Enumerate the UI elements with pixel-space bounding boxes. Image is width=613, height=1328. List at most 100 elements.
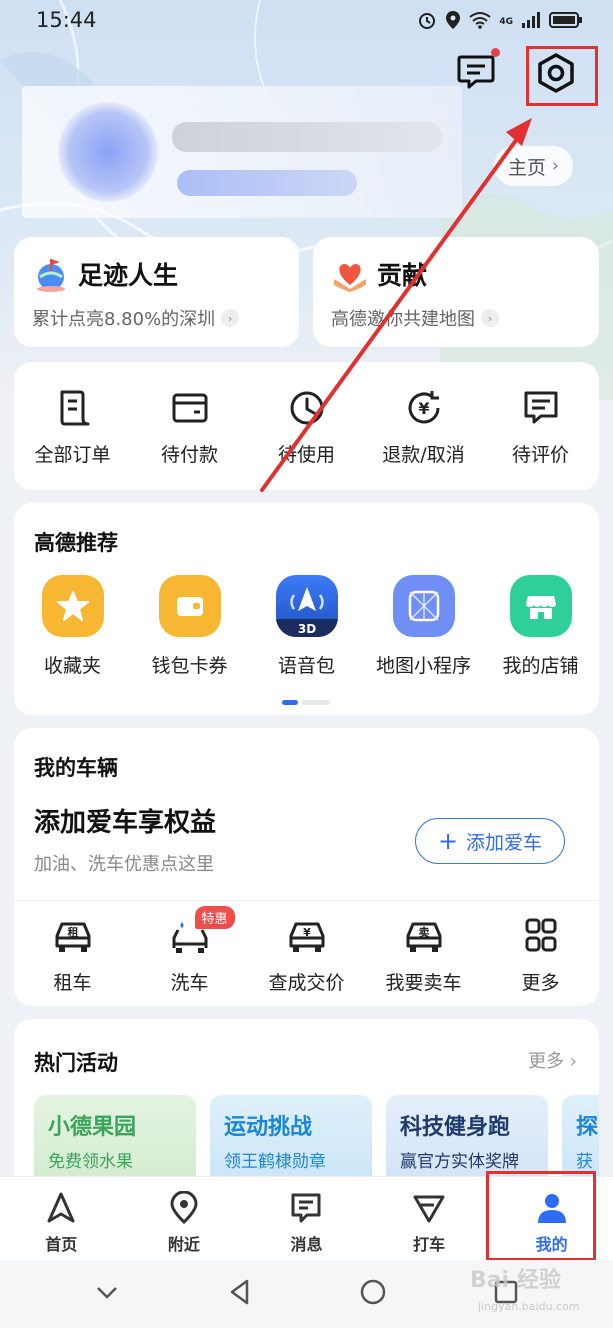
rec-my-shop-label: 我的店铺 bbox=[502, 655, 579, 677]
order-all[interactable]: 全部订单 bbox=[18, 388, 128, 490]
map-app-icon bbox=[392, 575, 455, 637]
vehicle-services: 租 租车 特惠 洗车 ¥ 查成交价 卖 我要卖车 更多 bbox=[14, 906, 599, 995]
order-list-icon bbox=[60, 390, 89, 426]
star-icon bbox=[41, 575, 104, 637]
message-button[interactable] bbox=[456, 54, 496, 90]
chevron-right-icon: › bbox=[221, 309, 240, 327]
rec-favorites[interactable]: 收藏夹 bbox=[17, 575, 129, 678]
add-car-button[interactable]: + 添加爱车 bbox=[415, 818, 565, 864]
message-icon bbox=[457, 55, 495, 89]
service-more-label: 更多 bbox=[521, 972, 560, 994]
location-pin-icon bbox=[170, 1191, 198, 1225]
chevron-right-icon: › bbox=[569, 1051, 577, 1072]
service-sell-car-label: 我要卖车 bbox=[385, 972, 462, 994]
contribution-card[interactable]: 贡献 高德邀你共建地图 › bbox=[313, 237, 599, 347]
contribution-title-text: 贡献 bbox=[377, 261, 428, 290]
watermark-sub: jingyan.baidu.com bbox=[478, 1300, 580, 1313]
activity-tech-run-title: 科技健身跑 bbox=[400, 1115, 511, 1140]
status-bar: 15:44 4G bbox=[0, 0, 613, 44]
rec-wallet-coupons[interactable]: 钱包卡券 bbox=[134, 575, 246, 678]
navigate-arrow-icon bbox=[47, 1192, 75, 1223]
svg-text:租: 租 bbox=[67, 926, 78, 939]
wifi-icon bbox=[469, 11, 491, 33]
service-rent-car[interactable]: 租 租车 bbox=[18, 916, 128, 995]
service-price-check-label: 查成交价 bbox=[268, 972, 345, 994]
rec-voice-pack[interactable]: 3D 语音包 bbox=[251, 575, 363, 678]
activity-explore-subtitle: 获 bbox=[576, 1152, 593, 1172]
service-sell-car[interactable]: 卖 我要卖车 bbox=[369, 916, 479, 995]
voice-3d-icon: 3D bbox=[275, 575, 338, 637]
home-page-link[interactable]: 主页 › bbox=[494, 146, 573, 186]
chevron-down-icon[interactable] bbox=[92, 1277, 122, 1311]
footprint-card[interactable]: 足迹人生 累计点亮8.80%的深圳 › bbox=[14, 237, 299, 347]
clock-icon bbox=[290, 391, 323, 425]
rec-map-miniapp-label: 地图小程序 bbox=[375, 655, 471, 677]
shop-icon bbox=[509, 575, 572, 637]
svg-text:3D: 3D bbox=[297, 622, 315, 636]
back-triangle-icon[interactable] bbox=[225, 1277, 255, 1311]
order-refund-label: 退款/取消 bbox=[382, 444, 465, 466]
tab-taxi-label: 打车 bbox=[413, 1235, 446, 1254]
message-icon bbox=[291, 1193, 321, 1223]
contribution-subtitle-text: 高德邀你共建地图 bbox=[331, 309, 475, 330]
status-time: 15:44 bbox=[36, 8, 97, 32]
grid-more-icon bbox=[525, 918, 556, 952]
activity-sports-title: 运动挑战 bbox=[224, 1115, 313, 1140]
order-pending-payment[interactable]: 待付款 bbox=[135, 388, 245, 490]
tab-nearby[interactable]: 附近 bbox=[129, 1177, 239, 1260]
tab-messages[interactable]: 消息 bbox=[251, 1177, 361, 1260]
avatar bbox=[58, 102, 158, 202]
battery-icon bbox=[549, 11, 583, 33]
service-car-wash-label: 洗车 bbox=[170, 972, 209, 994]
footprint-title-text: 足迹人生 bbox=[78, 261, 179, 290]
refund-icon: ¥ bbox=[408, 391, 439, 424]
order-to-use[interactable]: 待使用 bbox=[252, 388, 362, 490]
chevron-right-icon: › bbox=[481, 309, 499, 327]
activity-sports-subtitle: 领王鹤棣勋章 bbox=[224, 1152, 326, 1172]
network-label: 4G bbox=[499, 17, 513, 27]
wallet-icon bbox=[172, 393, 207, 423]
more-label: 更多 bbox=[528, 1051, 565, 1072]
vehicle-headline: 添加爱车享权益 bbox=[34, 808, 217, 838]
mine-tab-highlight-box bbox=[486, 1171, 596, 1261]
add-car-label: 添加爱车 bbox=[466, 831, 543, 854]
activity-orchard-title: 小德果园 bbox=[48, 1115, 137, 1140]
alarm-icon bbox=[417, 10, 437, 34]
signal-icon bbox=[521, 11, 541, 33]
order-review-label: 待评价 bbox=[511, 444, 569, 466]
globe-flag-icon bbox=[37, 259, 65, 292]
rec-wallet-coupons-label: 钱包卡券 bbox=[151, 655, 228, 677]
svg-text:卖: 卖 bbox=[418, 925, 429, 939]
vehicle-card: 我的车辆 添加爱车享权益 加油、洗车优惠点这里 + 添加爱车 租 租车 特惠 洗… bbox=[14, 728, 599, 1006]
service-rent-car-label: 租车 bbox=[53, 972, 92, 994]
service-car-wash[interactable]: 特惠 洗车 bbox=[135, 906, 245, 995]
location-icon bbox=[445, 10, 461, 34]
rec-my-shop[interactable]: 我的店铺 bbox=[485, 575, 597, 678]
review-icon bbox=[524, 391, 557, 424]
recommend-title: 高德推荐 bbox=[34, 531, 118, 555]
tab-home[interactable]: 首页 bbox=[6, 1177, 116, 1260]
svg-text:¥: ¥ bbox=[418, 399, 429, 418]
service-more[interactable]: 更多 bbox=[486, 916, 596, 995]
chevron-right-icon: › bbox=[552, 156, 559, 176]
tab-messages-label: 消息 bbox=[290, 1235, 323, 1254]
home-circle-icon[interactable] bbox=[358, 1277, 388, 1311]
unread-dot bbox=[491, 48, 500, 57]
vehicle-title: 我的车辆 bbox=[34, 756, 118, 780]
service-price-check[interactable]: ¥ 查成交价 bbox=[252, 916, 362, 995]
tab-taxi[interactable]: 打车 bbox=[374, 1177, 484, 1260]
special-offer-badge: 特惠 bbox=[194, 906, 235, 929]
profile-header-blurred[interactable] bbox=[22, 86, 462, 218]
rec-map-miniapp[interactable]: 地图小程序 bbox=[368, 575, 480, 678]
footprint-subtitle: 累计点亮8.80%的深圳 › bbox=[32, 305, 281, 331]
watermark: Bai 经验 bbox=[470, 1268, 561, 1293]
tab-nearby-label: 附近 bbox=[167, 1235, 200, 1254]
recommend-card: 高德推荐 收藏夹 钱包卡券 3D 语音包 地图小程序 我的店铺 bbox=[14, 503, 599, 715]
activities-more-link[interactable]: 更多 › bbox=[528, 1047, 577, 1073]
plus-icon: + bbox=[437, 827, 459, 855]
rec-voice-pack-label: 语音包 bbox=[277, 655, 335, 677]
activity-explore-title: 探 bbox=[576, 1115, 599, 1140]
order-review[interactable]: 待评价 bbox=[486, 388, 596, 490]
settings-highlight-box bbox=[526, 46, 598, 106]
order-refund[interactable]: ¥ 退款/取消 bbox=[369, 388, 479, 490]
